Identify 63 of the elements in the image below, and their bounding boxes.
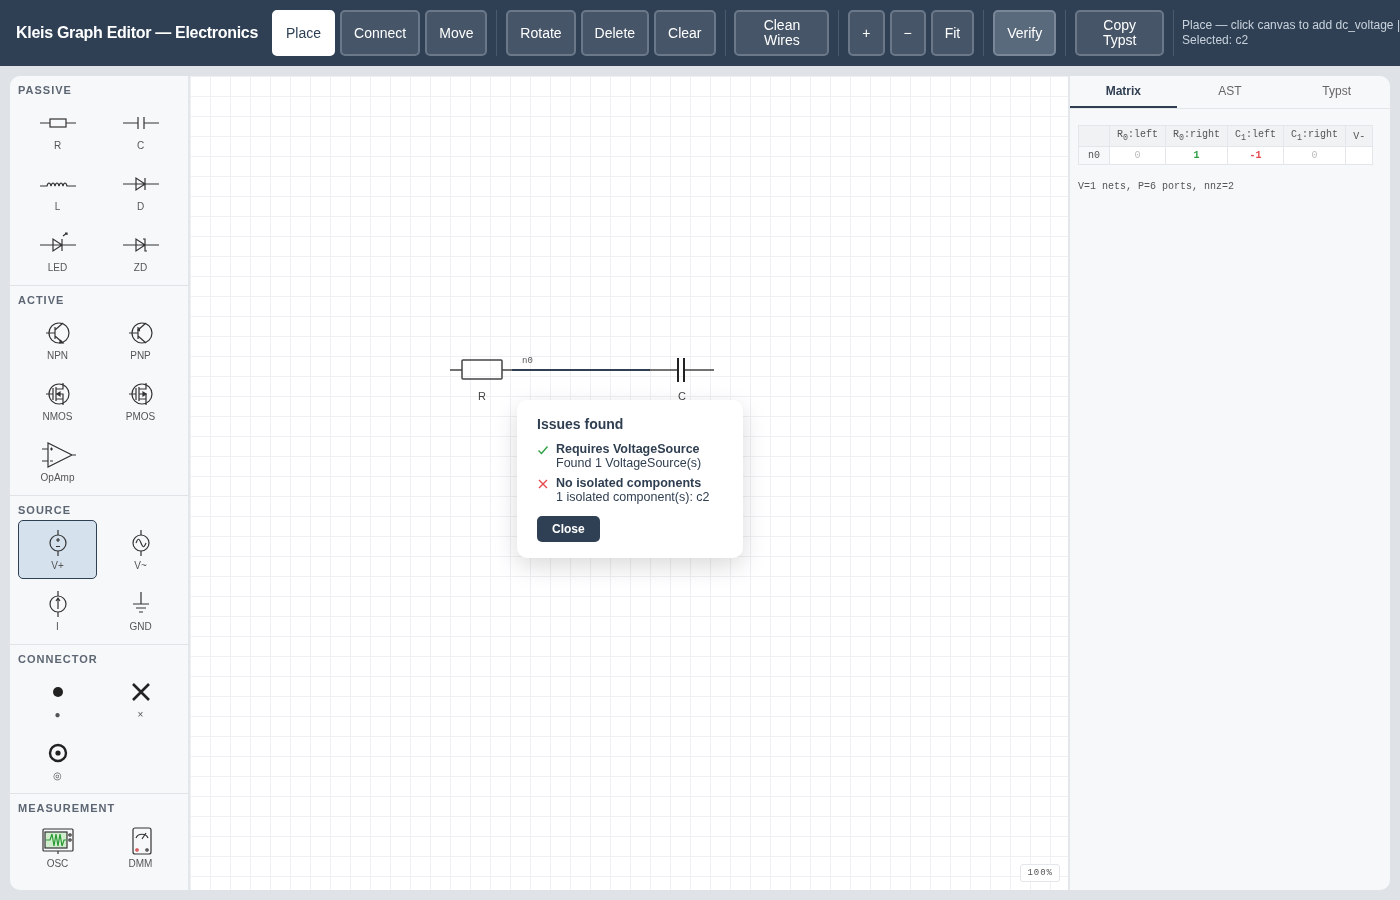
section-heading: PASSIVE bbox=[18, 84, 73, 96]
palette-item[interactable]: V~ bbox=[101, 520, 180, 579]
palette-item[interactable]: × bbox=[101, 669, 180, 728]
toolbar-button[interactable]: Verify bbox=[993, 10, 1057, 56]
panel-tab[interactable]: Matrix bbox=[1070, 76, 1177, 108]
panel-tab[interactable]: Typst bbox=[1283, 76, 1390, 108]
check-detail: Found 1 VoltageSource(s) bbox=[556, 456, 702, 470]
toolbar-button[interactable]: + bbox=[848, 10, 885, 56]
palette-item[interactable]: PMOS bbox=[101, 371, 180, 430]
app-title: Kleis Graph Editor — Electronics bbox=[16, 24, 259, 42]
palette-item[interactable]: NMOS bbox=[18, 371, 97, 430]
toolbar-button[interactable]: Clean Wires bbox=[734, 10, 830, 56]
net-label: n0 bbox=[522, 356, 533, 366]
check-title: Requires VoltageSource bbox=[556, 442, 701, 456]
column-header: R$_{0}$:right bbox=[1165, 125, 1228, 147]
schematic-canvas[interactable]: n0 R C 100% Issues found Requires VoltageSource Found 1 VoltageSource(s) No isolated components 1 isolated component(s): c2 Close bbox=[190, 76, 1070, 890]
toolbar-button[interactable]: Delete bbox=[580, 10, 650, 56]
section-heading: SOURCE bbox=[18, 504, 73, 516]
palette-item[interactable]: LED bbox=[18, 222, 97, 281]
section-heading: CONNECTOR bbox=[18, 653, 99, 665]
toolbar-button[interactable]: Copy Typst bbox=[1075, 10, 1165, 56]
palette-item[interactable]: ZD bbox=[101, 222, 180, 281]
palette-item[interactable]: D bbox=[101, 161, 180, 220]
matrix-summary: V=1 nets, P=6 ports, nnz=2 bbox=[1078, 181, 1236, 192]
resistor-symbol[interactable] bbox=[449, 359, 513, 380]
palette-item[interactable]: ● bbox=[18, 669, 97, 728]
component-label: R bbox=[478, 390, 486, 402]
palette-item[interactable]: C bbox=[101, 100, 180, 159]
toolbar-button[interactable]: Rotate bbox=[506, 10, 576, 56]
palette-item[interactable]: PNP bbox=[101, 310, 180, 369]
palette-item[interactable]: DMM bbox=[101, 818, 180, 877]
column-header: C$_{1}$:right bbox=[1283, 125, 1346, 147]
section-heading: MEASUREMENT bbox=[18, 802, 117, 814]
section-heading: ACTIVE bbox=[18, 294, 66, 306]
zoom-indicator: 100% bbox=[1020, 864, 1060, 882]
palette-item[interactable]: R bbox=[18, 100, 97, 159]
palette-item[interactable]: V+ bbox=[18, 520, 97, 579]
capacitor-symbol[interactable] bbox=[649, 357, 715, 383]
check-detail: 1 isolated component(s): c2 bbox=[556, 490, 710, 504]
palette-item[interactable]: OSC bbox=[18, 818, 97, 877]
toolbar-button[interactable]: Clear bbox=[654, 10, 716, 56]
toolbar-button[interactable]: − bbox=[889, 10, 926, 56]
palette-item[interactable]: I bbox=[18, 581, 97, 640]
column-header: R$_{0}$:left bbox=[1109, 125, 1166, 147]
close-button[interactable]: Close bbox=[537, 516, 600, 542]
inductor-icon bbox=[37, 180, 78, 188]
toolbar-button[interactable]: Move bbox=[425, 10, 488, 56]
column-header: V- bbox=[1345, 125, 1373, 147]
palette-item[interactable]: ◎ bbox=[18, 730, 97, 789]
check-title: No isolated components bbox=[556, 476, 703, 490]
row-header: n0 bbox=[1078, 146, 1110, 165]
panel-tab[interactable]: AST bbox=[1176, 76, 1284, 108]
palette-item[interactable]: OpAmp bbox=[18, 432, 97, 491]
component-label: C bbox=[678, 390, 686, 402]
toolbar-button[interactable]: Connect bbox=[340, 10, 421, 56]
status-text: Place — click canvas to add dc_voltage | Selected: c2 bbox=[1182, 18, 1400, 48]
palette-item[interactable]: GND bbox=[101, 581, 180, 640]
toolbar-button[interactable]: Place bbox=[272, 10, 336, 56]
toolbar-button[interactable]: Fit bbox=[930, 10, 975, 56]
column-header: C$_{1}$:left bbox=[1227, 125, 1284, 147]
dialog-title: Issues found bbox=[537, 416, 625, 432]
palette-item[interactable]: L bbox=[18, 161, 97, 220]
palette-item[interactable]: NPN bbox=[18, 310, 97, 369]
